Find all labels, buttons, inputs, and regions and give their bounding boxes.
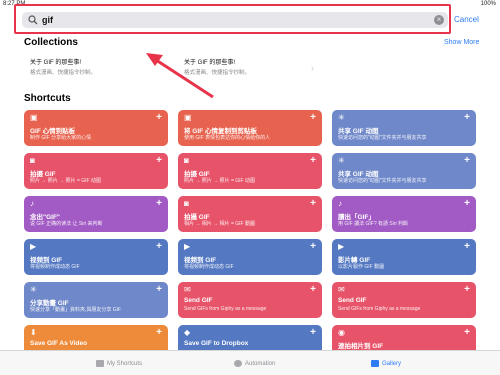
add-icon[interactable]: + xyxy=(310,284,316,295)
shortcut-subtitle: Send GIFs from Giphy as a message xyxy=(338,306,421,312)
collection-item[interactable]: 关于 GIF 的那些事! 格式漫画、快捷指令抄制。 xyxy=(30,57,170,83)
shortcut-subtitle: 照片 → 照片 → 照片 = GIF 动图 xyxy=(184,178,255,184)
shortcut-subtitle: 说 GIF 正确的读法 让 Siri 来判断 xyxy=(30,221,103,227)
shortcut-card[interactable]: ✳ + 共享 GIF 动图 快速访问您的"动图"文件夹并与朋友共享 xyxy=(332,110,476,146)
clear-icon[interactable]: × xyxy=(434,15,444,25)
tab-my-shortcuts[interactable]: My Shortcuts xyxy=(96,360,142,367)
mic-icon: ♪ xyxy=(338,199,342,208)
shortcut-subtitle: 将视频制作成动态 GIF xyxy=(30,264,80,270)
add-icon[interactable]: + xyxy=(310,241,316,252)
add-icon[interactable]: + xyxy=(156,112,162,123)
add-icon[interactable]: + xyxy=(464,155,470,166)
shortcut-subtitle: 以影片製作 GIF 動圖 xyxy=(338,264,385,270)
shortcut-card[interactable]: ▶ + 视频到 GIF 将视频制作成动态 GIF xyxy=(24,239,168,275)
shortcut-subtitle: 制作 GIF 分享给大家的心情 xyxy=(30,135,92,141)
collection-item[interactable]: 关于 GIF 的那些事! 格式漫画、快捷指令抄制。 xyxy=(184,57,314,83)
add-icon[interactable]: + xyxy=(464,327,470,338)
add-icon[interactable]: + xyxy=(156,198,162,209)
gallery-icon xyxy=(371,360,379,367)
shortcut-subtitle: 用 GIF 讀法 GIF? 有請 Siri 判斷 xyxy=(338,221,409,227)
add-icon[interactable]: + xyxy=(464,112,470,123)
search-bar[interactable]: × xyxy=(22,12,448,28)
add-icon[interactable]: + xyxy=(464,284,470,295)
add-icon[interactable]: + xyxy=(156,241,162,252)
add-icon[interactable]: + xyxy=(156,327,162,338)
message-icon: ✉ xyxy=(338,285,345,294)
tab-label: My Shortcuts xyxy=(107,361,143,368)
sparkle-icon: ✳ xyxy=(30,285,37,294)
collection-subtitle: 格式漫画、快捷指令抄制。 xyxy=(184,70,251,76)
sparkle-icon: ✳ xyxy=(338,113,345,122)
shortcut-title: 連拍相片到 GIF xyxy=(338,343,384,350)
message-icon: ✉ xyxy=(184,285,191,294)
tab-bar: My Shortcuts Automation Gallery xyxy=(0,350,500,375)
shortcut-subtitle: Send GIFs from Giphy as a message xyxy=(184,306,267,312)
collection-title: 关于 GIF 的那些事! xyxy=(184,60,236,66)
dropbox-icon: ◆ xyxy=(184,328,191,337)
shortcut-card[interactable]: ✉ + Send GIF Send GIFs from Giphy as a mess… xyxy=(332,282,476,318)
shortcut-title: Save GIF to Dropbox xyxy=(184,340,249,347)
add-icon[interactable]: + xyxy=(464,198,470,209)
shortcut-title: Save GIF As Video xyxy=(30,340,88,347)
collections-heading: Collections xyxy=(24,37,78,48)
shortcut-subtitle: 快速访问您的"动图"文件夹并与朋友共享 xyxy=(338,178,427,184)
chevron-right-icon: › xyxy=(311,63,314,73)
shortcut-subtitle: 将视频制作成动态 GIF xyxy=(184,264,234,270)
download-icon: ⬇ xyxy=(30,328,37,337)
automation-icon xyxy=(234,360,242,367)
camera-icon: ◙ xyxy=(30,156,35,165)
add-icon[interactable]: + xyxy=(464,241,470,252)
add-icon[interactable]: + xyxy=(310,327,316,338)
tab-label: Gallery xyxy=(382,361,402,368)
burst-icon: ◉ xyxy=(338,328,345,337)
search-input[interactable] xyxy=(42,13,422,27)
shortcut-subtitle: 快速访问您的"动图"文件夹并与朋友共享 xyxy=(338,135,427,141)
mic-icon: ♪ xyxy=(30,199,34,208)
add-icon[interactable]: + xyxy=(156,284,162,295)
shortcut-card[interactable]: ◙ + 拍摄 GIF 照片 → 照片 → 照片 = GIF 动图 xyxy=(24,153,168,189)
video-icon: ▶ xyxy=(30,242,37,251)
shortcut-card[interactable]: ▶ + 视频到 GIF 将视频制作成动态 GIF xyxy=(178,239,322,275)
shortcut-title: Send GIF xyxy=(338,297,367,304)
add-icon[interactable]: + xyxy=(310,112,316,123)
shortcut-card[interactable]: ✳ + 共享 GIF 动图 快速访问您的"动图"文件夹并与朋友共享 xyxy=(332,153,476,189)
shortcut-card[interactable]: ♪ + 讀出「GIF」用 GIF 讀法 GIF? 有請 Siri 判斷 xyxy=(332,196,476,232)
video-icon: ▶ xyxy=(338,242,345,251)
cancel-button[interactable]: Cancel xyxy=(454,15,479,24)
shortcut-card[interactable]: ▣ + GIF 心情到贴板 制作 GIF 分享给大家的心情 xyxy=(24,110,168,146)
shortcuts-heading: Shortcuts xyxy=(24,93,71,104)
shortcut-subtitle: 使用 GIF 表情包表达你的心情给你的人 xyxy=(184,135,271,141)
shortcut-card[interactable]: ♪ + 念出"GIF" 说 GIF 正确的读法 让 Siri 来判断 xyxy=(24,196,168,232)
add-icon[interactable]: + xyxy=(156,155,162,166)
show-more-link[interactable]: Show More xyxy=(444,39,479,46)
add-icon[interactable]: + xyxy=(310,198,316,209)
camera-icon: ◙ xyxy=(184,199,189,208)
add-icon[interactable]: + xyxy=(310,155,316,166)
shortcut-card[interactable]: ✉ + Send GIF Send GIFs from Giphy as a mess… xyxy=(178,282,322,318)
shortcut-card[interactable]: ◙ + 拍攝 GIF 相片 → 相片 → 相片 = GIF 動圖 xyxy=(178,196,322,232)
tab-label: Automation xyxy=(245,361,276,368)
shortcut-subtitle: 相片 → 相片 → 相片 = GIF 動圖 xyxy=(184,221,255,227)
collection-subtitle: 格式漫画、快捷指令抄制。 xyxy=(30,70,97,76)
search-icon xyxy=(28,15,38,25)
shortcut-card[interactable]: ▶ + 影片轉 GIF 以影片製作 GIF 動圖 xyxy=(332,239,476,275)
shortcut-title: Send GIF xyxy=(184,297,213,304)
shortcut-card[interactable]: ▣ + 将 GIF 心情复制到剪贴板 使用 GIF 表情包表达你的心情给你的人 xyxy=(178,110,322,146)
grid-icon xyxy=(96,360,104,367)
shortcut-subtitle: 照片 → 照片 → 照片 = GIF 动图 xyxy=(30,178,101,184)
gif-icon: ▣ xyxy=(30,113,38,122)
gif-icon: ▣ xyxy=(184,113,192,122)
shortcut-card[interactable]: ✳ + 分享動畫 GIF 快速分享「動畫」資料夾,與朋友分享 GIF xyxy=(24,282,168,318)
tab-automation[interactable]: Automation xyxy=(234,360,275,367)
collection-title: 关于 GIF 的那些事! xyxy=(30,60,82,66)
shortcut-card[interactable]: ◙ + 拍摄 GIF 照片 → 照片 → 照片 = GIF 动图 xyxy=(178,153,322,189)
shortcut-subtitle: 快速分享「動畫」資料夾,與朋友分享 GIF xyxy=(30,307,122,313)
tab-gallery[interactable]: Gallery xyxy=(371,360,401,367)
battery-indicator: 100% xyxy=(480,1,496,7)
camera-icon: ◙ xyxy=(184,156,189,165)
sparkle-icon: ✳ xyxy=(338,156,345,165)
video-icon: ▶ xyxy=(184,242,191,251)
